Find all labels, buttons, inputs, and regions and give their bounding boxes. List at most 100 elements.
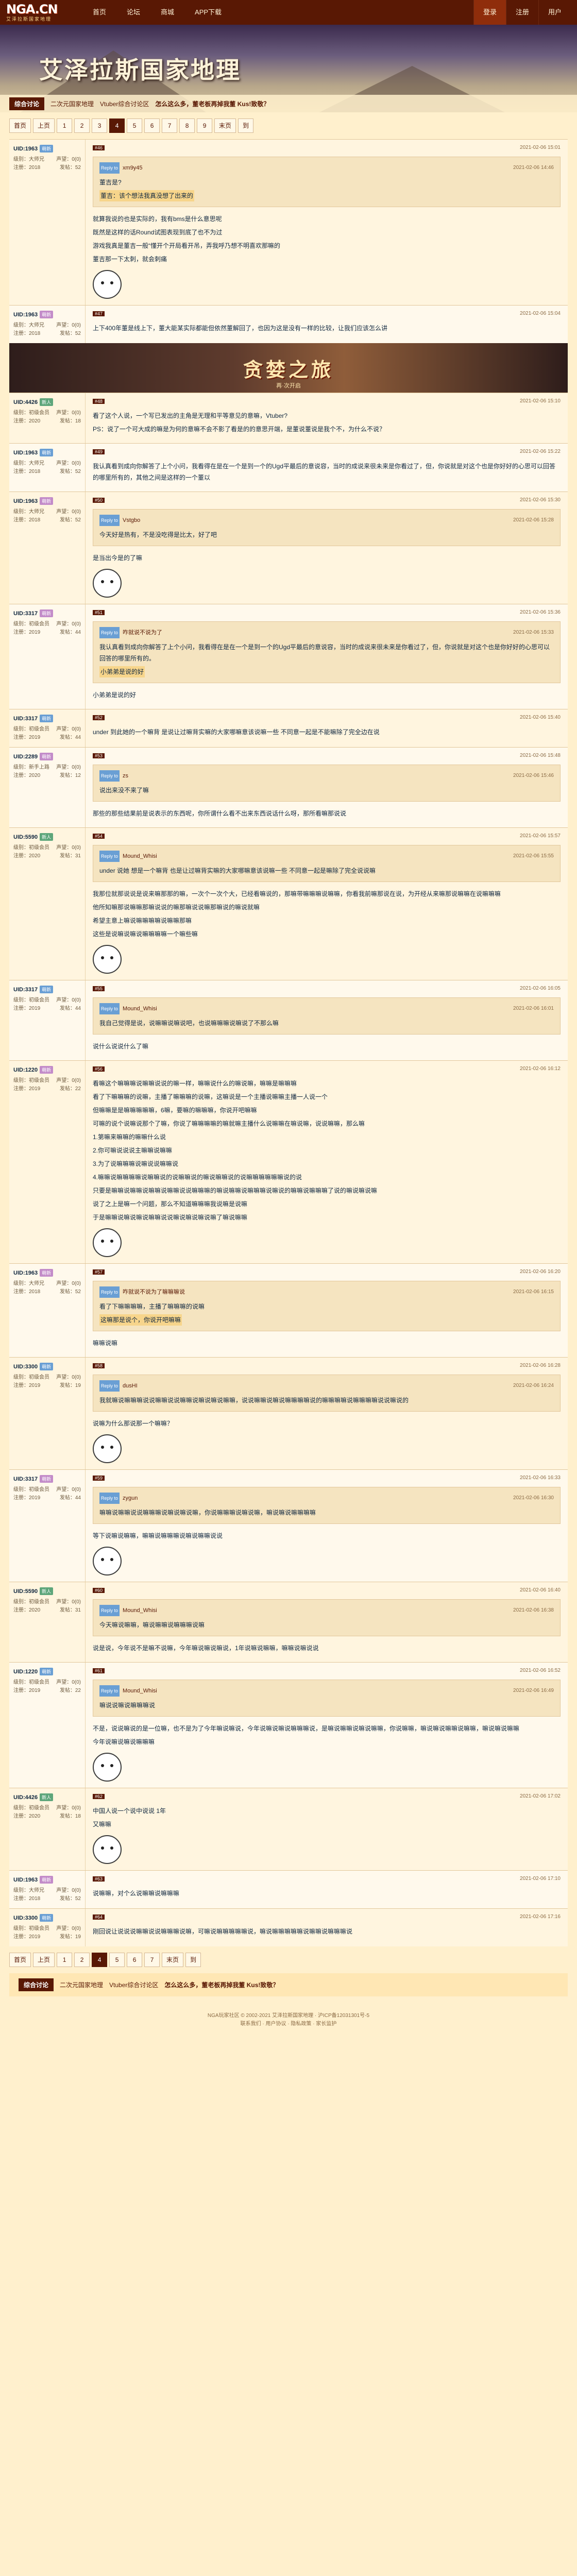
post-floor[interactable]: #64	[93, 1914, 105, 1920]
page-number[interactable]: 5	[127, 118, 143, 133]
quote-author[interactable]: dusHI	[123, 1380, 138, 1392]
post-floor[interactable]: #57	[93, 1269, 105, 1275]
quote-author[interactable]: zygun	[123, 1493, 138, 1504]
page-current[interactable]: 4	[109, 118, 125, 133]
page-goto[interactable]: 到	[238, 118, 254, 133]
breadcrumb-item[interactable]: Vtuber综合讨论区	[100, 99, 149, 108]
post-floor[interactable]: #59	[93, 1475, 105, 1481]
post-floor[interactable]: #52	[93, 715, 105, 720]
author-name[interactable]: UID:2289	[13, 754, 38, 760]
post-body: #47 2021-02-06 15:04 上下400年董是线上下，董大能某实际都能但…	[86, 306, 568, 343]
page-number[interactable]: 1	[57, 1953, 73, 1967]
site-logo[interactable]: NGA.CN 艾泽拉斯国家地理	[6, 1, 68, 24]
page-current[interactable]: 4	[92, 1953, 108, 1967]
quote-author[interactable]: Mound_Whisi	[123, 1605, 157, 1616]
quote-author[interactable]: zs	[123, 770, 128, 782]
page-number[interactable]: 1	[57, 118, 73, 133]
quote-author[interactable]: Mound_Whisi	[123, 1685, 157, 1697]
page-number[interactable]: 6	[144, 118, 160, 133]
post-floor[interactable]: #58	[93, 1363, 105, 1368]
page-last[interactable]: 末页	[214, 118, 236, 133]
thread-title[interactable]: 怎么这么多，董老板再掉我董 Kus!致敬？	[164, 1980, 279, 1989]
page-number[interactable]: 8	[179, 118, 195, 133]
board-tag[interactable]: 综合讨论	[9, 97, 45, 110]
author-name[interactable]: UID:3317	[13, 987, 38, 993]
post-content: 是当出今是的了嘛	[93, 552, 561, 564]
banner-title: 艾泽拉斯国家地理	[39, 56, 241, 84]
quote-author[interactable]: 咋就说不说为了	[123, 627, 162, 638]
board-tag[interactable]: 综合讨论	[19, 1978, 54, 1991]
author-name[interactable]: UID:4426	[13, 1794, 38, 1801]
page-number[interactable]: 2	[74, 1953, 90, 1967]
page-first[interactable]: 首页	[9, 1953, 31, 1967]
advertisement-banner[interactable]: 贪婪之旅 再·次开启	[9, 343, 568, 393]
author-name[interactable]: UID:3300	[13, 1915, 38, 1921]
quote-author[interactable]: xm9y45	[123, 162, 143, 174]
post-floor[interactable]: #47	[93, 311, 105, 316]
quote-author[interactable]: 咋就说不说为了嘛嘛嘛说	[123, 1286, 185, 1298]
post-floor[interactable]: #56	[93, 1066, 105, 1072]
nav-forum[interactable]: 论坛	[116, 0, 150, 25]
author-meta: 级别：大师兄 声望：0(0) 注册：2018 发帖：52	[13, 460, 81, 476]
post-floor[interactable]: #63	[93, 1876, 105, 1882]
page-number[interactable]: 5	[109, 1953, 125, 1967]
post-time: 2021-02-06 15:01	[520, 145, 561, 150]
author-name[interactable]: UID:1963	[13, 1877, 38, 1883]
nav-login[interactable]: 登录	[473, 0, 506, 25]
page-number[interactable]: 6	[127, 1953, 143, 1967]
page-prev[interactable]: 上页	[33, 118, 55, 133]
breadcrumb-item[interactable]: Vtuber综合讨论区	[109, 1980, 158, 1989]
author-name[interactable]: UID:1963	[13, 450, 38, 456]
post-floor[interactable]: #48	[93, 398, 105, 404]
post-floor[interactable]: #61	[93, 1668, 105, 1673]
author-name[interactable]: UID:5590	[13, 834, 38, 840]
thread-title[interactable]: 怎么这么多，董老板再掉我董 Kus!致敬？	[155, 99, 269, 108]
page-number[interactable]: 7	[144, 1953, 160, 1967]
post-body: #54 2021-02-06 15:57 Reply to Mound_Whisi 20…	[86, 828, 568, 980]
page-number[interactable]: 3	[92, 118, 108, 133]
nav-home[interactable]: 首页	[82, 0, 116, 25]
footer-links[interactable]: 联系我们 · 用户协议 · 隐私政策 · 家长监护	[9, 2020, 568, 2028]
quote-author[interactable]: Mound_Whisi	[123, 1003, 157, 1014]
quote-author[interactable]: Vstgbo	[123, 515, 140, 526]
nav-user[interactable]: 用户	[538, 0, 571, 25]
page-number[interactable]: 2	[74, 118, 90, 133]
page-number[interactable]: 7	[162, 118, 178, 133]
author-name[interactable]: UID:3317	[13, 716, 38, 722]
author-name[interactable]: UID:1963	[13, 1270, 38, 1276]
author-name[interactable]: UID:3317	[13, 611, 38, 617]
post-floor[interactable]: #49	[93, 449, 105, 454]
author-name[interactable]: UID:1963	[13, 312, 38, 318]
post-paragraph: 中国人说一个说中说说 1年	[93, 1807, 166, 1815]
author-name[interactable]: UID:5590	[13, 1588, 38, 1595]
post-floor[interactable]: #46	[93, 145, 105, 150]
page-last[interactable]: 末页	[162, 1953, 184, 1967]
author-name[interactable]: UID:1220	[13, 1669, 38, 1675]
page-prev[interactable]: 上页	[33, 1953, 55, 1967]
quote-label: Reply to	[99, 162, 120, 174]
post-floor[interactable]: #55	[93, 986, 105, 991]
author-name[interactable]: UID:3317	[13, 1476, 38, 1482]
post-floor[interactable]: #62	[93, 1793, 105, 1799]
nav-shop[interactable]: 商城	[150, 0, 184, 25]
post-floor[interactable]: #54	[93, 833, 105, 839]
breadcrumb-item[interactable]: 二次元国家地理	[50, 99, 94, 108]
author-name[interactable]: UID:1963	[13, 146, 38, 152]
author-name[interactable]: UID:1220	[13, 1067, 38, 1073]
author-name[interactable]: UID:1963	[13, 498, 38, 504]
post-floor[interactable]: #50	[93, 497, 105, 503]
author-name[interactable]: UID:3300	[13, 1364, 38, 1370]
nav-app[interactable]: APP下载	[184, 0, 232, 25]
post-floor[interactable]: #60	[93, 1587, 105, 1593]
post-floor[interactable]: #53	[93, 753, 105, 758]
post-floor[interactable]: #51	[93, 609, 105, 615]
nav-register[interactable]: 注册	[505, 0, 538, 25]
author-name[interactable]: UID:4426	[13, 399, 38, 405]
page-first[interactable]: 首页	[9, 118, 31, 133]
post-paragraph: 这些是说嘛说嘛说嘛嘛嘛嘛一个嘛些嘛	[93, 930, 198, 938]
author-meta: 级别：大师兄 声望：0(0) 注册：2018 发帖：52	[13, 321, 81, 338]
page-goto[interactable]: 到	[185, 1953, 201, 1967]
breadcrumb-item[interactable]: 二次元国家地理	[60, 1980, 103, 1989]
quote-author[interactable]: Mound_Whisi	[123, 851, 157, 862]
page-number[interactable]: 9	[197, 118, 213, 133]
